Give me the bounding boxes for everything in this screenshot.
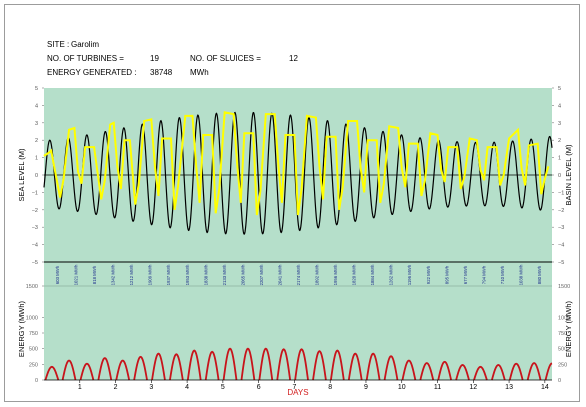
sea-level-tick-label-left: −5 xyxy=(32,260,38,266)
basin-level-tick-label-right: 4 xyxy=(558,103,561,109)
energy-table-value: 1937 MWh xyxy=(166,264,171,285)
x-tick-label: 11 xyxy=(434,384,441,391)
energy-tick-label-left: 0 xyxy=(35,378,38,384)
energy-table-value: 1820 MWh xyxy=(352,264,357,285)
tidal-chart: 5 54 43 32 21 10 0−1 −1−2 −2−3 −3−4 −4−5 −5603 MWh 1… xyxy=(17,86,573,397)
x-tick-label: 8 xyxy=(328,384,332,391)
energy-table-value: 922 MWh xyxy=(426,265,431,284)
sea-level-tick-label-left: 5 xyxy=(35,86,38,92)
energy-table-value: 2065 MWh xyxy=(240,264,245,285)
x-tick-label: 1 xyxy=(78,384,82,391)
sea-level-tick-label-left: 3 xyxy=(35,121,38,127)
x-tick-label: 14 xyxy=(541,384,549,391)
x-tick-label: 3 xyxy=(149,384,153,391)
x-tick-label: 12 xyxy=(469,384,477,391)
energy-tick-label-left: 750 xyxy=(29,331,38,337)
sea-level-tick-label-left: −1 xyxy=(32,190,38,196)
x-tick-label: 6 xyxy=(257,384,261,391)
basin-level-tick-label-right: 5 xyxy=(558,86,561,92)
energy-table-value: 1038 MWh xyxy=(519,264,524,285)
basin-level-tick-label-right: 1 xyxy=(558,156,561,162)
basin-level-tick-label-right: 0 xyxy=(558,173,561,179)
energy-table-value: 2133 MWh xyxy=(222,264,227,285)
sea-level-axis-title: SEA LEVEL (M) xyxy=(17,148,26,202)
basin-level-tick-label-right: −5 xyxy=(558,260,564,266)
energy-tick-label-left: 1500 xyxy=(26,284,38,290)
x-tick-label: 9 xyxy=(364,384,368,391)
energy-tick-label-right: 1500 xyxy=(558,284,570,290)
x-tick-label: 4 xyxy=(185,384,189,391)
x-tick-label: 5 xyxy=(221,384,225,391)
energy-table-value: 1884 MWh xyxy=(370,264,375,285)
basin-level-tick-label-right: 2 xyxy=(558,138,561,144)
energy-table-value: 2207 MWh xyxy=(259,264,264,285)
energy-table-value: 794 MWh xyxy=(481,265,486,284)
x-tick-label: 13 xyxy=(505,384,513,391)
basin-level-tick-label-right: −4 xyxy=(558,243,564,249)
energy-table-value: 880 MWh xyxy=(537,265,542,284)
energy-table-value: 603 MWh xyxy=(55,265,60,284)
energy-table-value: 1342 MWh xyxy=(111,264,116,285)
sea-level-tick-label-left: 0 xyxy=(35,173,38,179)
energy-tick-label-right: 0 xyxy=(558,378,561,384)
energy-table-value: 895 MWh xyxy=(444,265,449,284)
basin-level-tick-label-right: −2 xyxy=(558,208,564,214)
sea-level-tick-label-left: 4 xyxy=(35,103,38,109)
energy-table-value: 818 MWh xyxy=(92,265,97,284)
sea-level-tick-label-left: 2 xyxy=(35,138,38,144)
energy-table-value: 710 MWh xyxy=(500,265,505,284)
energy-table-value: 1021 MWh xyxy=(74,264,79,285)
sea-level-tick-label-left: −4 xyxy=(32,243,38,249)
energy-table-value: 677 MWh xyxy=(463,265,468,284)
energy-table-value: 1262 MWh xyxy=(389,264,394,285)
basin-level-tick-label-right: −3 xyxy=(558,225,564,231)
energy-table-value: 1953 MWh xyxy=(185,264,190,285)
sea-level-tick-label-left: −3 xyxy=(32,225,38,231)
energy-axis-title-left: ENERGY (MWh) xyxy=(17,300,26,357)
energy-table-value: 1956 MWh xyxy=(333,264,338,285)
energy-tick-label-left: 1000 xyxy=(26,315,38,321)
energy-tick-label-left: 500 xyxy=(29,347,38,353)
energy-table-value: 2174 MWh xyxy=(296,264,301,285)
energy-table-value: 1909 MWh xyxy=(148,264,153,285)
x-tick-label: 2 xyxy=(114,384,118,391)
basin-level-tick-label-right: 3 xyxy=(558,121,561,127)
basin-level-axis-title: BASIN LEVEL (M) xyxy=(564,144,573,205)
energy-table-value: 1212 MWh xyxy=(129,264,134,285)
energy-axis-title-right: ENERGY (MWh) xyxy=(564,300,573,357)
energy-table-value: 1196 MWh xyxy=(407,264,412,285)
sea-level-tick-label-left: −2 xyxy=(32,208,38,214)
x-axis-title: DAYS xyxy=(287,388,308,397)
energy-table-value: 1838 MWh xyxy=(203,264,208,285)
sea-level-tick-label-left: 1 xyxy=(35,156,38,162)
energy-table-value: 2041 MWh xyxy=(278,264,283,285)
energy-tick-label-left: 250 xyxy=(29,362,38,368)
energy-table-value: 1892 MWh xyxy=(315,264,320,285)
x-tick-label: 10 xyxy=(398,384,406,391)
energy-tick-label-right: 250 xyxy=(558,362,567,368)
